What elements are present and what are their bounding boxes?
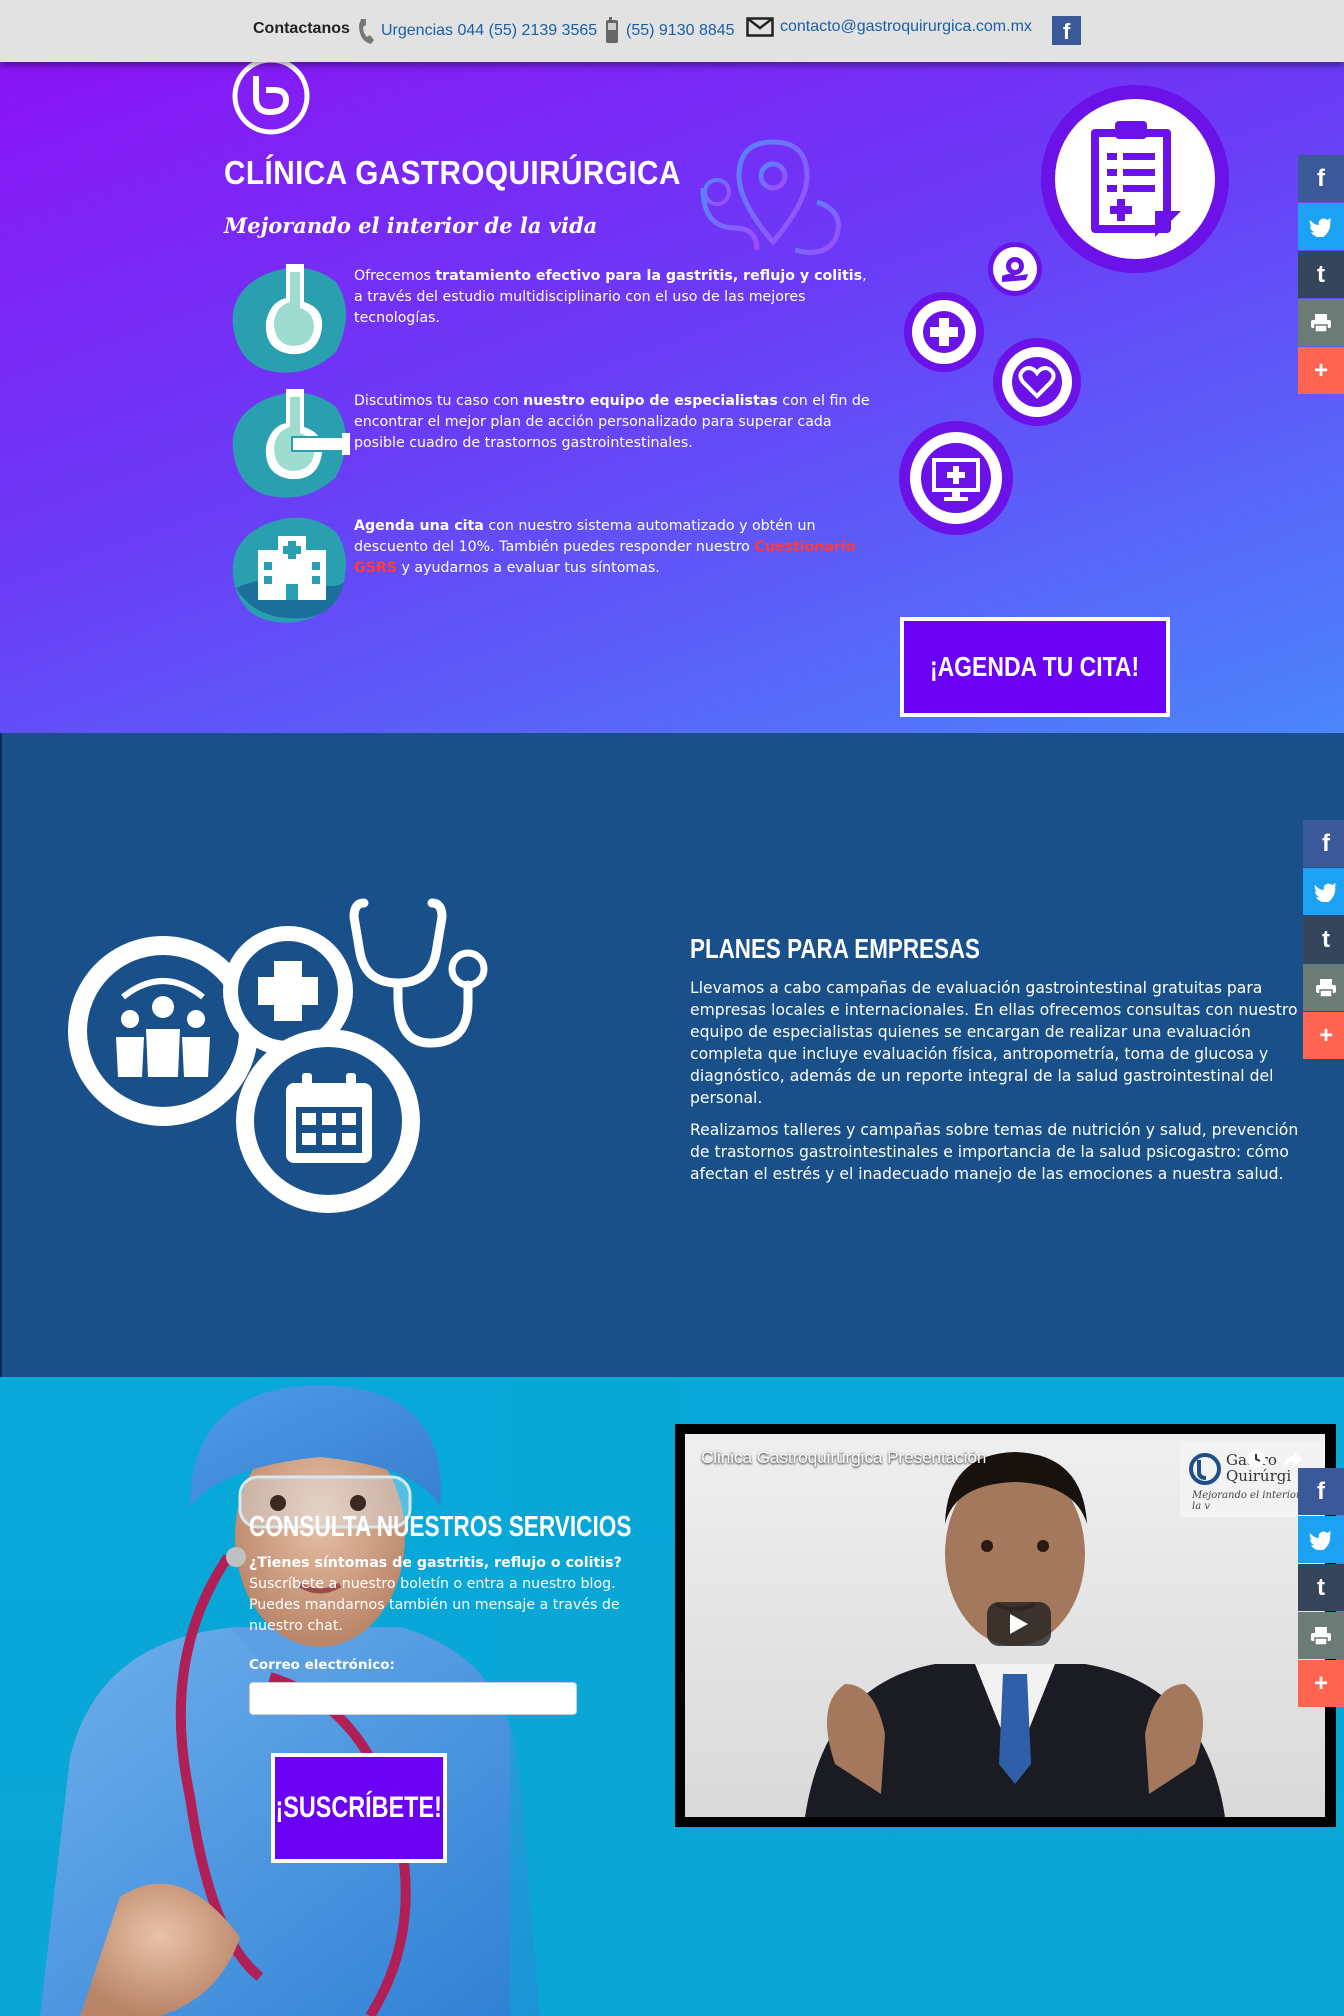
care-circle bbox=[988, 242, 1042, 296]
plans-paragraph: Realizamos talleres y campañas sobre tem… bbox=[690, 1121, 1299, 1183]
print-button[interactable] bbox=[1298, 1612, 1344, 1659]
email-link[interactable]: contacto@gastroquirurgica.com.mx bbox=[746, 17, 1032, 37]
hero-section: CLÍNICA GASTROQUIRÚRGICA Mejorando el in… bbox=[0, 62, 1344, 733]
more-share-button[interactable]: + bbox=[1298, 347, 1344, 394]
share-bar: f t + bbox=[1303, 820, 1344, 1060]
share-bar: f t + bbox=[1298, 1468, 1344, 1708]
consult-services-section: CONSULTA NUESTROS SERVICIOS ¿Tienes sínt… bbox=[0, 1377, 1344, 2016]
feature-treatment: Ofrecemos tratamiento efectivo para la g… bbox=[226, 262, 867, 373]
clipboard-icon bbox=[1091, 121, 1181, 237]
urgencias-phone-link[interactable]: Urgencias 044 (55) 2139 3565 bbox=[357, 17, 597, 45]
share-icon[interactable] bbox=[1282, 1448, 1304, 1470]
plans-title: PLANES PARA EMPRESAS bbox=[690, 933, 980, 964]
facebook-icon[interactable]: f bbox=[1052, 16, 1081, 45]
facebook-share-button[interactable]: f bbox=[1303, 820, 1344, 867]
consult-title: CONSULTA NUESTROS SERVICIOS bbox=[249, 1511, 632, 1543]
share-bar: f t + bbox=[1298, 155, 1344, 395]
subscribe-button[interactable]: ¡SUSCRÍBETE! bbox=[271, 1753, 447, 1863]
monitor-icon bbox=[921, 443, 991, 513]
plus-icon bbox=[923, 311, 965, 353]
video-title: Clinica Gastroquirúrgica Presentación bbox=[701, 1448, 987, 1467]
feature-specialists-text: Discutimos tu caso con nuestro equipo de… bbox=[354, 393, 870, 451]
cell-text: (55) 9130 8845 bbox=[626, 22, 735, 39]
clinic-subtitle: Mejorando el interior de la vida bbox=[224, 213, 598, 238]
twitter-icon bbox=[1314, 882, 1337, 902]
facebook-share-button[interactable]: f bbox=[1298, 1468, 1344, 1515]
twitter-share-button[interactable] bbox=[1298, 203, 1344, 250]
consult-question: ¿Tienes síntomas de gastritis, reflujo o… bbox=[249, 1555, 622, 1571]
clinic-title: CLÍNICA GASTROQUIRÚRGICA bbox=[224, 154, 681, 191]
tumblr-share-button[interactable]: t bbox=[1298, 251, 1344, 298]
mobile-icon bbox=[606, 17, 618, 43]
print-icon bbox=[1311, 313, 1331, 333]
play-icon bbox=[1010, 1614, 1028, 1634]
twitter-share-button[interactable] bbox=[1298, 1516, 1344, 1563]
cell-phone-link[interactable]: (55) 9130 8845 bbox=[604, 17, 735, 45]
heart-icon bbox=[1012, 357, 1062, 407]
divider bbox=[0, 733, 2, 1377]
twitter-icon bbox=[1309, 217, 1332, 237]
facebook-share-button[interactable]: f bbox=[1298, 155, 1344, 202]
mail-icon bbox=[746, 17, 774, 37]
email-field[interactable] bbox=[249, 1682, 577, 1715]
business-plans-section: PLANES PARA EMPRESAS Llevamos a cabo cam… bbox=[0, 733, 1344, 1377]
consult-description: ¿Tienes síntomas de gastritis, reflujo o… bbox=[249, 1553, 629, 1637]
contact-bar: Contactanos Urgencias 044 (55) 2139 3565… bbox=[0, 0, 1344, 62]
business-health-illustration bbox=[68, 898, 488, 1213]
logo-icon bbox=[1189, 1453, 1221, 1485]
feature-treatment-text: Ofrecemos tratamiento efectivo para la g… bbox=[354, 268, 867, 326]
tumblr-share-button[interactable]: t bbox=[1298, 1564, 1344, 1611]
plans-paragraph: Llevamos a cabo campañas de evaluación g… bbox=[690, 979, 1298, 1107]
contact-label: Contactanos bbox=[253, 20, 350, 37]
clinic-logo bbox=[232, 62, 310, 135]
print-icon bbox=[1316, 978, 1336, 998]
feature-appointment: Agenda una cita con nuestro sistema auto… bbox=[226, 512, 856, 623]
hospital-icon bbox=[232, 517, 346, 623]
heart-circle bbox=[993, 338, 1081, 426]
urgencias-text: Urgencias 044 (55) 2139 3565 bbox=[381, 22, 598, 39]
stethoscope-icon bbox=[349, 898, 488, 1048]
hand-care-icon bbox=[1002, 257, 1028, 282]
email-text: contacto@gastroquirurgica.com.mx bbox=[780, 18, 1032, 35]
twitter-icon bbox=[1309, 1530, 1332, 1550]
consult-text: Suscríbete a nuestro boletín o entra a n… bbox=[249, 1576, 620, 1634]
twitter-share-button[interactable] bbox=[1303, 868, 1344, 915]
location-stethoscope-icon bbox=[700, 139, 841, 255]
print-button[interactable] bbox=[1298, 299, 1344, 346]
video-frame: Clinica Gastroquirúrgica Presentación Ga… bbox=[685, 1434, 1325, 1817]
more-share-button[interactable]: + bbox=[1298, 1660, 1344, 1707]
print-button[interactable] bbox=[1303, 964, 1344, 1011]
endoscopy-icon bbox=[232, 389, 350, 498]
clock-icon[interactable] bbox=[1245, 1448, 1267, 1470]
plus-circle bbox=[904, 292, 984, 372]
phone-icon bbox=[359, 19, 374, 44]
play-button[interactable] bbox=[987, 1602, 1051, 1646]
stomach-icon bbox=[232, 264, 346, 373]
more-share-button[interactable]: + bbox=[1303, 1012, 1344, 1059]
clipboard-circle bbox=[1041, 85, 1229, 273]
schedule-appointment-button[interactable]: ¡AGENDA TU CITA! bbox=[900, 617, 1170, 717]
tumblr-share-button[interactable]: t bbox=[1303, 916, 1344, 963]
video-player[interactable]: Clinica Gastroquirúrgica Presentación Ga… bbox=[675, 1424, 1336, 1827]
plans-description: Llevamos a cabo campañas de evaluación g… bbox=[690, 977, 1320, 1195]
email-label: Correo electrónico: bbox=[249, 1657, 395, 1673]
feature-appointment-text: Agenda una cita con nuestro sistema auto… bbox=[354, 518, 856, 576]
monitor-circle bbox=[899, 421, 1013, 535]
feature-specialists: Discutimos tu caso con nuestro equipo de… bbox=[226, 387, 870, 498]
print-icon bbox=[1311, 1626, 1331, 1646]
calendar-icon bbox=[286, 1073, 372, 1163]
